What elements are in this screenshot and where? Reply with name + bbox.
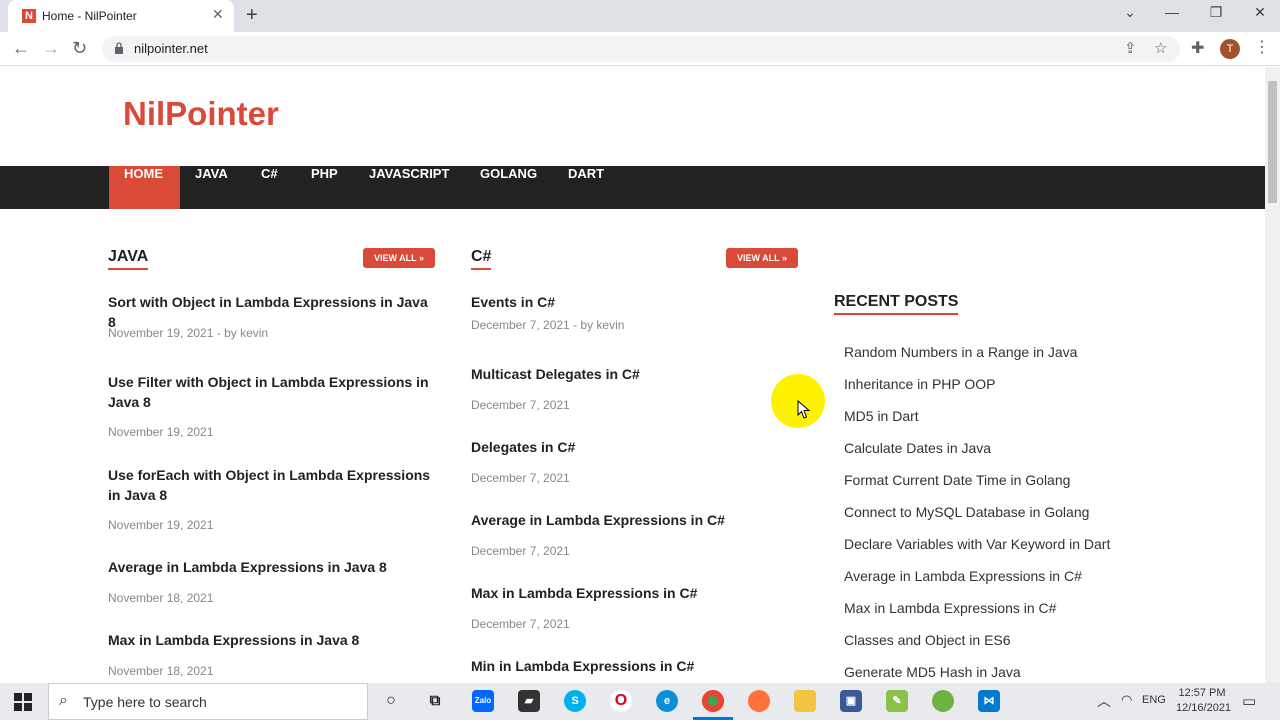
windows-taskbar: ⌕ Type here to search ○ ⧉ Zalo ▰ S O e ▣… bbox=[0, 683, 1280, 720]
recent-post-link[interactable]: Format Current Date Time in Golang bbox=[844, 472, 1070, 488]
back-arrow-icon[interactable]: ← bbox=[12, 38, 30, 59]
csharp-view-all-button[interactable]: VIEW ALL » bbox=[726, 248, 798, 268]
main-navigation: HOME JAVA C# PHP JAVASCRIPT GOLANG DART bbox=[0, 166, 1265, 209]
csharp-post-title[interactable]: Average in Lambda Expressions in C# bbox=[471, 510, 801, 530]
tab-search-icon[interactable]: ⌄ bbox=[1115, 4, 1145, 21]
extensions-puzzle-icon[interactable]: ✚ bbox=[1191, 38, 1204, 58]
java-post-meta: November 19, 2021 - by kevin bbox=[108, 326, 269, 340]
sticky-notes-icon[interactable]: ▰ bbox=[518, 690, 540, 712]
java-post-title[interactable]: Average in Lambda Expressions in Java 8 bbox=[108, 557, 438, 577]
csharp-post-title[interactable]: Max in Lambda Expressions in C# bbox=[471, 583, 801, 603]
recent-post-link[interactable]: Connect to MySQL Database in Golang bbox=[844, 504, 1089, 520]
minimize-button[interactable]: — bbox=[1157, 4, 1187, 20]
close-window-button[interactable]: ✕ bbox=[1245, 4, 1275, 21]
clock-date: 12/16/2021 bbox=[1176, 702, 1232, 714]
recent-posts-title: RECENT POSTS bbox=[834, 293, 959, 315]
site-favicon-icon: N bbox=[22, 9, 36, 23]
language-indicator[interactable]: ENG bbox=[1142, 694, 1166, 706]
recent-post-link[interactable]: Classes and Object in ES6 bbox=[844, 632, 1011, 648]
java-post-meta: November 18, 2021 bbox=[108, 664, 214, 678]
notepad-plus-icon[interactable]: ✎ bbox=[886, 690, 908, 712]
windows-start-icon[interactable] bbox=[14, 693, 32, 711]
java-post-meta: November 19, 2021 bbox=[108, 518, 214, 532]
mouse-pointer-icon bbox=[797, 400, 811, 419]
profile-avatar[interactable]: T bbox=[1220, 39, 1240, 59]
address-bar[interactable]: nilpointer.net ⇪ ☆ bbox=[102, 36, 1180, 62]
csharp-post-title[interactable]: Multicast Delegates in C# bbox=[471, 364, 801, 384]
nav-home[interactable]: HOME bbox=[109, 166, 180, 209]
restore-button[interactable]: ❐ bbox=[1201, 4, 1231, 21]
csharp-post-meta: December 7, 2021 bbox=[471, 544, 570, 558]
url-text: nilpointer.net bbox=[134, 41, 208, 56]
java-post-title[interactable]: Use forEach with Object in Lambda Expres… bbox=[108, 465, 438, 505]
reload-icon[interactable]: ↻ bbox=[72, 38, 87, 59]
recent-post-link[interactable]: Inheritance in PHP OOP bbox=[844, 376, 995, 392]
bookmark-star-icon[interactable]: ☆ bbox=[1154, 39, 1167, 57]
opera-icon[interactable]: O bbox=[610, 690, 632, 712]
forward-arrow-icon[interactable]: → bbox=[42, 38, 60, 59]
firefox-icon[interactable] bbox=[748, 690, 770, 712]
spring-tool-icon[interactable] bbox=[932, 690, 954, 712]
browser-toolbar: ← → ↻ nilpointer.net ⇪ ☆ ✚ T ⋮ bbox=[0, 32, 1280, 66]
recent-post-link[interactable]: MD5 in Dart bbox=[844, 408, 919, 424]
browser-tab[interactable]: N Home - NilPointer ✕ bbox=[8, 0, 234, 32]
java-post-title[interactable]: Max in Lambda Expressions in Java 8 bbox=[108, 630, 438, 650]
clock-time: 12:57 PM bbox=[1178, 687, 1226, 699]
csharp-post-meta: December 7, 2021 bbox=[471, 617, 570, 631]
page-viewport: NilPointer HOME JAVA C# PHP JAVASCRIPT G… bbox=[0, 67, 1265, 683]
csharp-post-title[interactable]: Delegates in C# bbox=[471, 437, 801, 457]
clock[interactable]: 12:57 PM 12/16/2021 bbox=[1176, 686, 1232, 716]
tab-title: Home - NilPointer bbox=[42, 9, 137, 23]
recent-post-link[interactable]: Average in Lambda Expressions in C# bbox=[844, 568, 1082, 584]
csharp-section-title[interactable]: C# bbox=[471, 248, 492, 270]
nav-php[interactable]: PHP bbox=[296, 166, 353, 209]
search-placeholder: Type here to search bbox=[83, 694, 207, 710]
recent-post-link[interactable]: Generate MD5 Hash in Java bbox=[844, 664, 1021, 680]
csharp-post-title[interactable]: Min in Lambda Expressions in C# bbox=[471, 656, 801, 676]
nav-javascript[interactable]: JAVASCRIPT bbox=[354, 166, 464, 209]
java-post-meta: November 19, 2021 bbox=[108, 425, 214, 439]
nav-java[interactable]: JAVA bbox=[180, 166, 243, 209]
csharp-post-meta: December 7, 2021 - by kevin bbox=[471, 318, 625, 332]
csharp-post-meta: December 7, 2021 bbox=[471, 398, 570, 412]
lock-icon bbox=[115, 42, 123, 54]
close-tab-icon[interactable]: ✕ bbox=[212, 6, 224, 23]
site-logo[interactable]: NilPointer bbox=[123, 95, 279, 133]
java-view-all-button[interactable]: VIEW ALL » bbox=[363, 248, 435, 268]
recent-post-link[interactable]: Random Numbers in a Range in Java bbox=[844, 344, 1077, 360]
search-icon: ⌕ bbox=[59, 692, 68, 709]
vscode-icon[interactable]: ⋈ bbox=[978, 690, 1000, 712]
save-disk-icon[interactable]: ▣ bbox=[840, 690, 862, 712]
recent-post-link[interactable]: Calculate Dates in Java bbox=[844, 440, 991, 456]
cortana-icon[interactable]: ○ bbox=[380, 690, 402, 712]
task-view-icon[interactable]: ⧉ bbox=[424, 690, 446, 712]
notifications-icon[interactable]: ▭ bbox=[1242, 692, 1256, 710]
edge-icon[interactable]: e bbox=[656, 690, 678, 712]
java-post-title[interactable]: Use Filter with Object in Lambda Express… bbox=[108, 372, 438, 412]
show-hidden-icons-chevron-icon[interactable]: ︿ bbox=[1097, 691, 1111, 711]
java-section-title[interactable]: JAVA bbox=[108, 248, 149, 270]
csharp-post-title[interactable]: Events in C# bbox=[471, 292, 801, 312]
skype-icon[interactable]: S bbox=[564, 690, 586, 712]
share-icon[interactable]: ⇪ bbox=[1124, 39, 1137, 57]
nav-dart[interactable]: DART bbox=[553, 166, 619, 209]
java-post-meta: November 18, 2021 bbox=[108, 591, 214, 605]
new-tab-button[interactable]: + bbox=[246, 4, 258, 27]
recent-post-link[interactable]: Max in Lambda Expressions in C# bbox=[844, 600, 1056, 616]
chrome-icon[interactable] bbox=[702, 690, 724, 712]
scrollbar-thumb[interactable] bbox=[1268, 81, 1277, 203]
csharp-post-meta: December 7, 2021 bbox=[471, 471, 570, 485]
taskbar-search-box[interactable]: ⌕ Type here to search bbox=[48, 683, 368, 720]
recent-post-link[interactable]: Declare Variables with Var Keyword in Da… bbox=[844, 536, 1110, 552]
network-icon[interactable]: ◠ bbox=[1121, 692, 1132, 708]
file-explorer-icon[interactable] bbox=[794, 690, 816, 712]
browser-tab-strip: N Home - NilPointer ✕ + ⌄ — ❐ ✕ bbox=[0, 0, 1280, 32]
page-scrollbar[interactable] bbox=[1265, 67, 1280, 683]
nav-golang[interactable]: GOLANG bbox=[465, 166, 552, 209]
browser-menu-icon[interactable]: ⋮ bbox=[1254, 37, 1270, 57]
zalo-icon[interactable]: Zalo bbox=[472, 690, 494, 712]
nav-csharp[interactable]: C# bbox=[246, 166, 293, 209]
